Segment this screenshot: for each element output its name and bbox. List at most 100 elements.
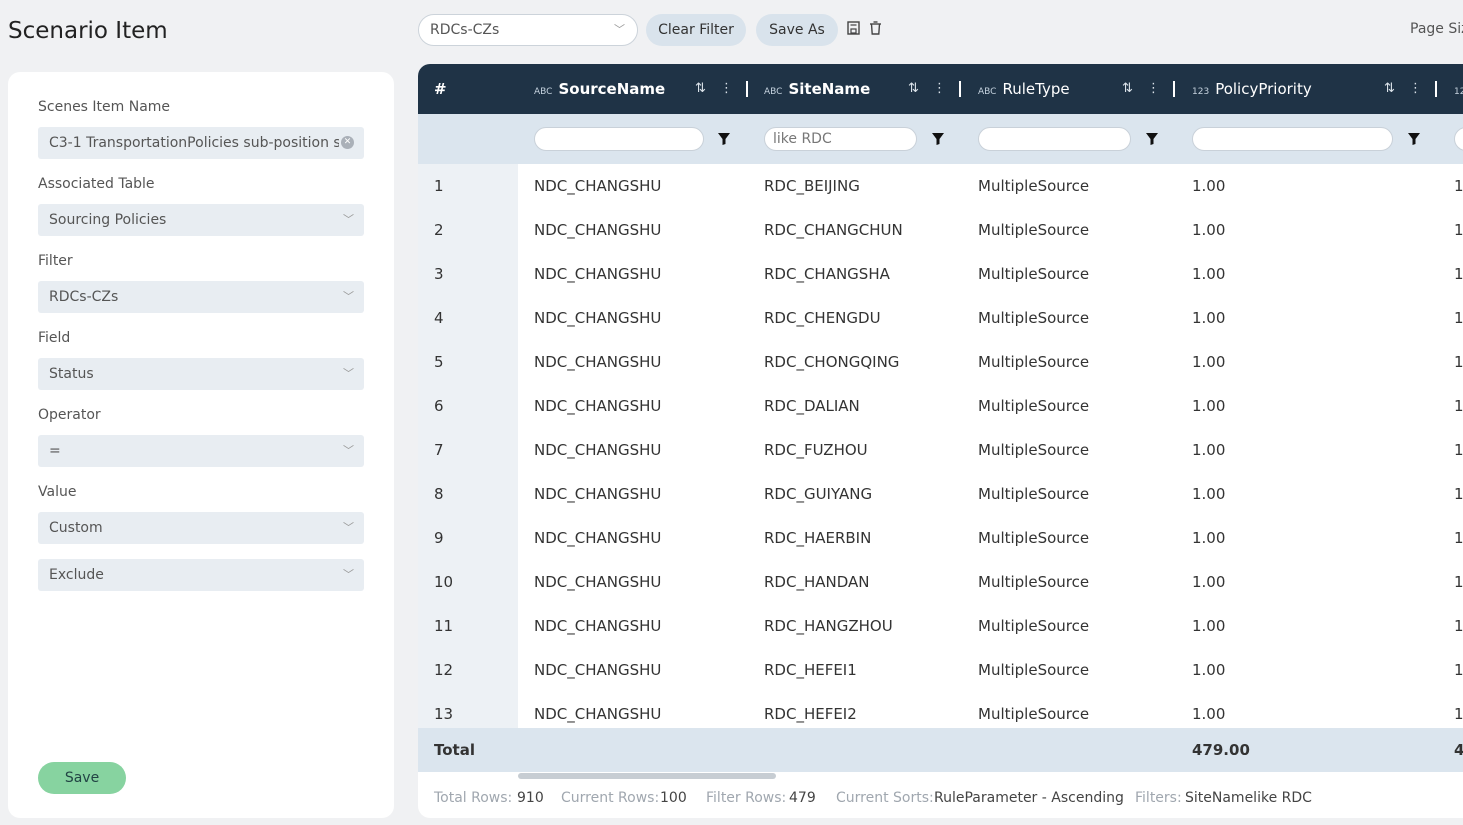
- sort-icon[interactable]: ⇅: [908, 64, 919, 114]
- cell-sitename: RDC_HAERBIN: [764, 529, 872, 547]
- column-menu-icon[interactable]: ⋮: [720, 64, 733, 114]
- policypriority-filter-input[interactable]: [1192, 127, 1393, 151]
- table-row[interactable]: 11 NDC_CHANGSHU RDC_HANGZHOU MultipleSource…: [418, 604, 1463, 648]
- column-resize-handle[interactable]: [1173, 81, 1175, 97]
- operator-select[interactable]: = ﹀: [38, 435, 364, 467]
- field-select[interactable]: Status ﹀: [38, 358, 364, 390]
- sort-icon[interactable]: ⇅: [1384, 64, 1395, 114]
- cell-sitename: RDC_DALIAN: [764, 397, 860, 415]
- column-menu-icon[interactable]: ⋮: [1147, 64, 1160, 114]
- ruletype-filter-input[interactable]: [978, 127, 1131, 151]
- cell-sitename: RDC_HANGZHOU: [764, 617, 893, 635]
- cell-sitename: RDC_GUIYANG: [764, 485, 873, 503]
- save-button[interactable]: Save: [38, 762, 126, 794]
- table-row[interactable]: 1 NDC_CHANGSHU RDC_BEIJING MultipleSource 1.…: [418, 164, 1463, 208]
- sort-icon[interactable]: ⇅: [695, 64, 706, 114]
- cell-policypriority: 1.00: [1192, 265, 1226, 283]
- number-type-icon: 12: [1454, 87, 1463, 97]
- page-title: Scenario Item: [8, 18, 168, 44]
- sort-icon[interactable]: ⇅: [1122, 64, 1133, 114]
- total-rows-value: 910: [517, 790, 544, 806]
- column-resize-handle[interactable]: [746, 81, 748, 97]
- sourcename-filter-input[interactable]: [534, 127, 704, 151]
- table-row[interactable]: 9 NDC_CHANGSHU RDC_HAERBIN MultipleSource 1.…: [418, 516, 1463, 560]
- associated-table-select[interactable]: Sourcing Policies ﹀: [38, 204, 364, 236]
- column-header-index[interactable]: #: [434, 64, 447, 114]
- cell-index: 3: [434, 265, 444, 283]
- cell-next-column: 1: [1454, 397, 1463, 415]
- cell-index: 8: [434, 485, 444, 503]
- column-resize-handle[interactable]: [959, 81, 961, 97]
- cell-policypriority: 1.00: [1192, 529, 1226, 547]
- value-mode-select[interactable]: Exclude ﹀: [38, 559, 364, 591]
- table-row[interactable]: 8 NDC_CHANGSHU RDC_GUIYANG MultipleSource 1.…: [418, 472, 1463, 516]
- cell-sourcename: NDC_CHANGSHU: [534, 441, 662, 459]
- column-header-next[interactable]: 12: [1454, 64, 1463, 114]
- chevron-down-icon: ﹀: [343, 521, 354, 534]
- column-header-policypriority[interactable]: 123 PolicyPriority: [1192, 64, 1312, 114]
- table-row[interactable]: 12 NDC_CHANGSHU RDC_HEFEI1 MultipleSource 1.…: [418, 648, 1463, 692]
- table-row[interactable]: 5 NDC_CHANGSHU RDC_CHONGQING MultipleSource…: [418, 340, 1463, 384]
- value-select[interactable]: Custom ﹀: [38, 512, 364, 544]
- table-row[interactable]: 10 NDC_CHANGSHU RDC_HANDAN MultipleSource 1.…: [418, 560, 1463, 604]
- data-grid: # ABC SourceName ⇅ ⋮ ABC SiteName ⇅ ⋮ ABC R…: [418, 64, 1463, 818]
- scenario-item-form: Scenes Item Name C3-1 TransportationPoli…: [8, 72, 394, 818]
- cell-sitename: RDC_CHONGQING: [764, 353, 900, 371]
- cell-ruletype: MultipleSource: [978, 265, 1090, 283]
- cell-ruletype: MultipleSource: [978, 573, 1090, 591]
- column-header-sourcename[interactable]: ABC SourceName: [534, 64, 665, 114]
- filter-icon[interactable]: [1146, 133, 1158, 145]
- scenes-item-name-input[interactable]: C3-1 TransportationPolicies sub-position…: [38, 127, 364, 159]
- cell-index: 12: [434, 661, 454, 679]
- clear-filter-button[interactable]: Clear Filter: [646, 14, 746, 46]
- chevron-down-icon: ﹀: [343, 213, 354, 226]
- next-column-filter-input[interactable]: [1454, 127, 1463, 151]
- cell-sourcename: NDC_CHANGSHU: [534, 177, 662, 195]
- table-row[interactable]: 7 NDC_CHANGSHU RDC_FUZHOU MultipleSource 1.0…: [418, 428, 1463, 472]
- cell-ruletype: MultipleSource: [978, 485, 1090, 503]
- table-row[interactable]: 6 NDC_CHANGSHU RDC_DALIAN MultipleSource 1.0…: [418, 384, 1463, 428]
- chevron-down-icon: ﹀: [614, 23, 625, 36]
- associated-table-value: Sourcing Policies: [49, 212, 167, 228]
- filter-rows-value: 479: [789, 790, 816, 806]
- text-type-icon: ABC: [764, 87, 783, 97]
- delete-icon[interactable]: [868, 21, 882, 37]
- cell-sitename: RDC_HANDAN: [764, 573, 870, 591]
- cell-next-column: 1: [1454, 485, 1463, 503]
- cell-index: 7: [434, 441, 444, 459]
- cell-next-column: 1: [1454, 265, 1463, 283]
- column-menu-icon[interactable]: ⋮: [1409, 64, 1422, 114]
- column-header-ruletype[interactable]: ABC RuleType: [978, 64, 1070, 114]
- cell-policypriority: 1.00: [1192, 353, 1226, 371]
- cell-policypriority: 1.00: [1192, 617, 1226, 635]
- total-rows-label: Total Rows:: [434, 790, 513, 806]
- cell-sitename: RDC_CHANGSHA: [764, 265, 890, 283]
- column-menu-icon[interactable]: ⋮: [933, 64, 946, 114]
- cell-index: 10: [434, 573, 454, 591]
- save-icon[interactable]: [846, 21, 860, 37]
- filter-icon[interactable]: [932, 133, 944, 145]
- table-row[interactable]: 4 NDC_CHANGSHU RDC_CHENGDU MultipleSource 1.…: [418, 296, 1463, 340]
- cell-policypriority: 1.00: [1192, 309, 1226, 327]
- cell-next-column: 1: [1454, 221, 1463, 239]
- cell-sourcename: NDC_CHANGSHU: [534, 397, 662, 415]
- filter-icon[interactable]: [718, 133, 730, 145]
- toolbar-filter-select[interactable]: RDCs-CZs ﹀: [418, 14, 638, 46]
- horizontal-scrollbar[interactable]: [518, 773, 776, 779]
- table-row[interactable]: 2 NDC_CHANGSHU RDC_CHANGCHUN MultipleSource…: [418, 208, 1463, 252]
- cell-ruletype: MultipleSource: [978, 617, 1090, 635]
- cell-policypriority: 1.00: [1192, 441, 1226, 459]
- cell-policypriority: 1.00: [1192, 573, 1226, 591]
- filter-select[interactable]: RDCs-CZs ﹀: [38, 281, 364, 313]
- filter-icon[interactable]: [1408, 133, 1420, 145]
- column-header-sitename[interactable]: ABC SiteName: [764, 64, 870, 114]
- save-as-button[interactable]: Save As: [756, 14, 838, 46]
- associated-table-label: Associated Table: [38, 176, 155, 192]
- sitename-filter-input[interactable]: like RDC: [764, 127, 917, 151]
- table-row[interactable]: 3 NDC_CHANGSHU RDC_CHANGSHA MultipleSource 1…: [418, 252, 1463, 296]
- clear-icon[interactable]: ✕: [341, 136, 354, 149]
- filter-label: Filter: [38, 253, 73, 269]
- column-resize-handle[interactable]: [1435, 81, 1437, 97]
- filter-rows-label: Filter Rows:: [706, 790, 787, 806]
- cell-policypriority: 1.00: [1192, 221, 1226, 239]
